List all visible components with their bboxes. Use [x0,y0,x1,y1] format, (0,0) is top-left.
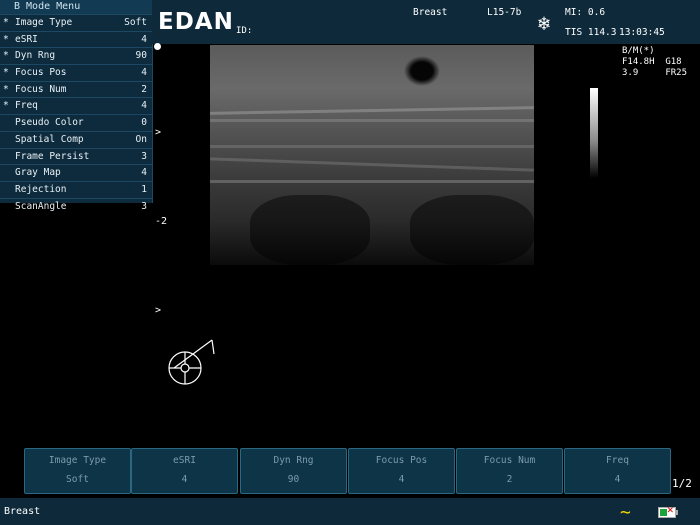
softkey-label: Focus Num [483,455,536,466]
menu-item[interactable]: Pseudo Color 0 [0,114,152,131]
snowflake-icon[interactable]: ❄ [538,11,550,35]
battery-icon: ✕ [658,506,678,518]
menu-item-label: ScanAngle [15,200,67,212]
softkey-button[interactable]: Dyn Rng 90 [240,448,347,494]
menu-item-label: Gray Map [15,167,61,179]
softkey-label: Focus Pos [375,455,428,466]
menu-item-value: 4 [141,33,147,45]
patient-id-label: ID: [236,26,253,36]
grayscale-bar [590,88,598,178]
softkey-label: Image Type [48,455,107,466]
menu-item-label: eSRI [15,33,38,45]
edan-logo: EDAN [158,9,234,35]
menu-item-value: 4 [141,167,147,179]
menu-item[interactable]: Frame Persist 3 [0,147,152,165]
tis-value: TIS 114.3 [565,27,617,38]
wave-icon: ∼ [620,502,631,523]
depth-marker-top: > [155,127,162,138]
page-indicator[interactable]: 1/2 [672,477,692,490]
menu-item-value: Soft [124,17,147,28]
softkey-value: Soft [66,474,89,485]
mi-value: MI: 0.6 [565,7,606,18]
menu-item-label: Focus Pos [15,67,67,79]
menu-item-label: Spatial Comp [15,133,84,145]
focus-marker [154,43,161,50]
softkey-button[interactable]: Image Type Soft [24,448,131,494]
menu-item-value: 2 [141,83,147,95]
menu-item-label: Rejection [15,183,67,195]
softkey-button[interactable]: Focus Num 2 [456,448,563,494]
menu-item[interactable]: * Freq 4 [0,97,152,114]
menu-item-value: 4 [141,100,147,112]
probe-name: L15-7b [487,7,522,18]
menu-item-value: 4 [141,67,147,79]
softkey-button[interactable]: Focus Pos 4 [348,448,455,494]
menu-item-star: * [3,50,9,62]
menu-item[interactable]: * Dyn Rng 90 [0,47,152,64]
menu-item[interactable]: * Image Type Soft [0,14,152,31]
softkey-value: 4 [614,474,621,485]
menu-item-label: Dyn Rng [15,50,56,62]
menu-item-value: 90 [135,50,147,62]
imaging-params: B/M(*) F14.8H G18 3.9 FR25 [622,46,687,79]
menu-item[interactable]: ScanAngle 3 [0,197,152,215]
menu-item-value: 1 [141,183,147,195]
softkey-label: Dyn Rng [273,455,314,466]
ultrasound-image [209,45,535,265]
softkey-value: 90 [287,474,300,485]
menu-item-star: * [3,67,9,79]
softkey-button[interactable]: eSRI 4 [131,448,238,494]
menu-item-star: * [3,100,9,112]
menu-item-value: 3 [141,150,147,162]
menu-item[interactable]: * Focus Num 2 [0,80,152,98]
b-mode-menu: B Mode Menu * Image Type Soft * eSRI 4 * Dyn Rn… [0,0,153,212]
menu-item[interactable]: Rejection 1 [0,180,152,198]
freq-gain: F14.8H G18 [622,57,682,67]
menu-item-label: Frame Persist [15,150,90,162]
mode-label: B/M(*) [622,46,655,56]
menu-item-star: * [3,17,9,28]
menu-item-label: Image Type [15,17,73,28]
depth-marker-bottom: > [155,305,162,316]
menu-item[interactable]: Spatial Comp On [0,130,152,148]
menu-item[interactable]: * eSRI 4 [0,30,152,48]
softkey-label: Freq [606,455,629,466]
footer-bar: Breast [0,498,700,525]
exam-type: Breast [413,7,448,18]
softkey-value: 4 [398,474,405,485]
depth-scale-label: -2 [155,216,168,227]
footer-exam: Breast [4,506,41,517]
softkey-label: eSRI [173,455,196,466]
menu-item-star: * [3,83,9,95]
menu-item[interactable]: * Focus Pos 4 [0,64,152,81]
menu-item-label: Freq [15,100,38,112]
softkey-value: 4 [181,474,188,485]
menu-item-label: Pseudo Color [15,117,84,129]
menu-title: B Mode Menu [0,0,152,14]
menu-item-star: * [3,33,9,45]
softkey-button[interactable]: Freq 4 [564,448,671,494]
probe-position-icon [168,339,215,385]
softkey-value: 2 [506,474,513,485]
depth-framerate: 3.9 FR25 [622,68,688,78]
menu-item[interactable]: Gray Map 4 [0,164,152,181]
menu-item-value: 0 [141,117,147,129]
clock-time: 13:03:45 [619,27,665,38]
menu-item-value: 3 [141,200,147,212]
menu-item-value: On [135,133,147,145]
menu-item-label: Focus Num [15,83,67,95]
